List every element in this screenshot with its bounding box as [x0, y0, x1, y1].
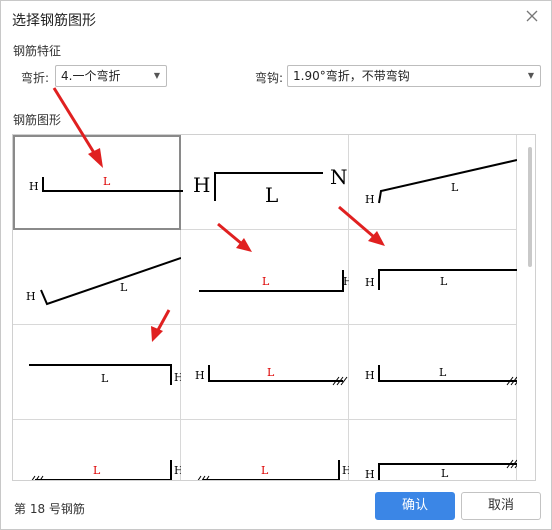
- shape-l-label: L: [262, 275, 270, 288]
- shape-h-label: H: [174, 464, 181, 477]
- shape-h-label: H: [174, 371, 181, 384]
- shape-cell-11[interactable]: L H: [181, 420, 349, 480]
- shape-h-label: H: [365, 276, 375, 289]
- close-icon[interactable]: [523, 7, 541, 25]
- bend-label: 弯折:: [21, 71, 50, 85]
- shape-drawing: H L: [365, 459, 517, 481]
- shape-cell-2[interactable]: H L N: [181, 135, 349, 230]
- shape-h-label: H: [195, 369, 205, 382]
- grid-scrollbar[interactable]: [525, 135, 535, 480]
- shape-cell-4[interactable]: H L: [13, 230, 181, 325]
- shape-cell-6[interactable]: H L: [349, 230, 517, 325]
- shape-h-label: H: [342, 464, 349, 477]
- shape-l-label: L: [441, 467, 449, 480]
- shape-l-label: L: [101, 372, 109, 385]
- shape-l-label: L: [439, 366, 447, 379]
- shape-l-label: L: [440, 275, 448, 288]
- shape-h-label: H: [365, 193, 375, 206]
- section-shapes-heading: 钢筋图形: [13, 113, 62, 127]
- section-features-heading: 钢筋特征: [13, 44, 62, 58]
- shape-drawing: L H: [29, 364, 181, 385]
- shape-h-label: H: [365, 369, 375, 382]
- shape-drawing: L H: [31, 460, 181, 480]
- shape-l-label: L: [261, 464, 269, 477]
- shape-l-label: L: [103, 175, 111, 188]
- confirm-button[interactable]: 确认: [375, 492, 455, 520]
- shape-drawing: L H: [199, 270, 349, 292]
- shape-grid: H L H L N H L H L L H L L H L H L L L H …: [12, 134, 536, 481]
- shape-cell-12[interactable]: H L: [349, 420, 517, 481]
- shape-h-label: H: [26, 290, 36, 303]
- shape-drawing: L H: [197, 460, 349, 480]
- bend-select[interactable]: 4.一个弯折 ▼: [55, 65, 167, 87]
- shape-drawing: H L: [365, 159, 517, 206]
- chevron-down-icon: ▼: [153, 71, 160, 80]
- hook-label: 弯钩:: [255, 71, 284, 85]
- shape-cell-5[interactable]: L H: [181, 230, 349, 325]
- chevron-down-icon: ▼: [527, 71, 534, 80]
- shape-select-dialog: 选择钢筋图形 钢筋特征 弯折: 4.一个弯折 ▼ 弯钩: 1.90°弯折，不带弯…: [0, 0, 552, 530]
- shape-drawing: H L: [365, 365, 517, 386]
- shape-cell-9[interactable]: H L: [349, 325, 517, 420]
- shape-l-label: L: [267, 366, 275, 379]
- shape-h-label: H: [365, 468, 375, 481]
- selected-shape-status: 第 18 号钢筋: [14, 502, 85, 516]
- shape-drawing: H L: [365, 269, 517, 290]
- shape-cell-3[interactable]: H L: [349, 135, 517, 230]
- shape-l-label: L: [120, 281, 128, 294]
- shape-drawing: H L: [195, 365, 348, 386]
- shape-cell-8[interactable]: H L: [181, 325, 349, 420]
- shape-l-label: L: [265, 183, 278, 207]
- cancel-button[interactable]: 取消: [461, 492, 541, 520]
- shape-cell-10[interactable]: L H: [13, 420, 181, 480]
- shape-l-label: L: [451, 181, 459, 194]
- shape-h-label: H: [29, 180, 39, 193]
- dialog-title: 选择钢筋图形: [12, 13, 96, 29]
- shape-cell-7[interactable]: L H: [13, 325, 181, 420]
- scrollbar-thumb[interactable]: [528, 147, 532, 267]
- shape-l-label: L: [93, 464, 101, 477]
- hook-select[interactable]: 1.90°弯折，不带弯钩 ▼: [287, 65, 541, 87]
- shape-drawing: H L: [29, 175, 183, 193]
- shape-drawing: H L N: [193, 165, 348, 207]
- shape-h-label: H: [193, 173, 210, 197]
- bend-select-value: 4.一个弯折: [61, 69, 121, 83]
- shape-drawing: H L: [26, 257, 181, 306]
- hook-select-value: 1.90°弯折，不带弯钩: [293, 69, 410, 83]
- shape-n-label: N: [330, 165, 348, 189]
- shape-cell-1[interactable]: H L: [13, 135, 183, 230]
